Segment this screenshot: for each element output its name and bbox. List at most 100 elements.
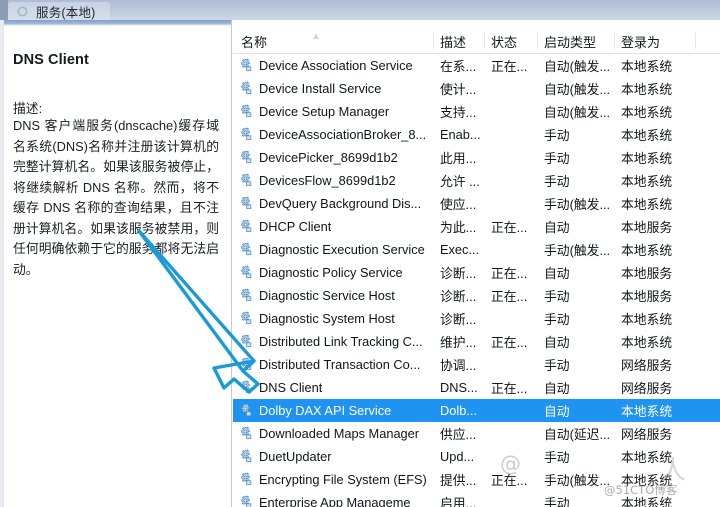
service-row[interactable]: DHCP Client 为此... 正在... 自动 本地服务	[233, 215, 720, 238]
service-row[interactable]: DevQuery Background Dis... 使应... 手动(触发... 本…	[233, 192, 720, 215]
service-log-on-as: 网络服务	[621, 427, 673, 442]
service-row[interactable]: Encrypting File System (EFS) 提供... 正在... 手动…	[233, 468, 720, 491]
column-divider[interactable]	[484, 33, 485, 49]
service-description: Exec...	[440, 242, 480, 257]
service-description: 诊断...	[440, 289, 477, 304]
service-gear-icon	[238, 495, 253, 507]
service-gear-icon	[238, 449, 253, 464]
service-row[interactable]: Enterprise App Manageme 启用... 手动 本地系统	[233, 491, 720, 507]
column-header-startup-type[interactable]: 启动类型	[544, 28, 596, 54]
service-log-on-as: 本地系统	[621, 335, 673, 350]
service-gear-icon	[238, 265, 253, 280]
service-description: Dolb...	[440, 403, 477, 418]
column-divider[interactable]	[537, 33, 538, 49]
service-log-on-as: 网络服务	[621, 358, 673, 373]
service-startup-type: 自动	[544, 381, 570, 396]
service-description: 协调...	[440, 358, 477, 373]
service-log-on-as: 本地系统	[621, 105, 673, 120]
service-startup-type: 手动	[544, 289, 570, 304]
service-name: Diagnostic Policy Service	[259, 265, 403, 280]
service-row[interactable]: DevicesFlow_8699d1b2 允许 ... 手动 本地系统	[233, 169, 720, 192]
service-row[interactable]: Diagnostic Policy Service 诊断... 正在... 自动 本地服…	[233, 261, 720, 284]
gear-icon	[16, 5, 29, 18]
service-description: 启用...	[440, 496, 477, 507]
service-gear-icon	[238, 196, 253, 211]
service-log-on-as: 本地系统	[621, 128, 673, 143]
service-name: DHCP Client	[259, 219, 332, 234]
service-log-on-as: 本地系统	[621, 404, 673, 419]
services-list-pane: 名称 ▲ 描述 状态 启动类型 登录为 Device Association S…	[233, 20, 720, 507]
service-row[interactable]: Device Install Service 使计... 自动(触发... 本地系统	[233, 77, 720, 100]
console-tab-label: 服务(本地)	[36, 6, 96, 20]
service-name: DNS Client	[259, 380, 323, 395]
description-text: DNS 客户端服务(dnscache)缓存域名系统(DNS)名称并注册该计算机的…	[13, 118, 219, 277]
service-log-on-as: 本地系统	[621, 243, 673, 258]
service-gear-icon	[238, 357, 253, 372]
service-name: Downloaded Maps Manager	[259, 426, 420, 441]
service-gear-icon	[238, 311, 253, 326]
service-log-on-as: 本地系统	[621, 82, 673, 97]
service-row[interactable]: Distributed Link Tracking C... 维护... 正在...…	[233, 330, 720, 353]
service-row[interactable]: DevicePicker_8699d1b2 此用... 手动 本地系统	[233, 146, 720, 169]
service-gear-icon	[238, 472, 253, 487]
column-header-description[interactable]: 描述	[440, 28, 466, 54]
service-gear-icon	[238, 288, 253, 303]
services-table-body: Device Association Service 在系... 正在... 自动(触…	[233, 54, 720, 507]
service-log-on-as: 本地服务	[621, 289, 673, 304]
service-name: Diagnostic Service Host	[259, 288, 395, 303]
service-name: Enterprise App Manageme	[259, 495, 411, 507]
service-log-on-as: 本地系统	[621, 312, 673, 327]
service-row[interactable]: Diagnostic Service Host 诊断... 正在... 手动 本地服务	[233, 284, 720, 307]
service-log-on-as: 本地系统	[621, 450, 673, 465]
service-startup-type: 手动(触发...	[544, 243, 611, 258]
description-label: 描述:	[13, 101, 43, 116]
column-divider[interactable]	[614, 33, 615, 49]
service-row[interactable]: Downloaded Maps Manager 供应... 自动(延迟... 网络服务	[233, 422, 720, 445]
service-name: Device Association Service	[259, 58, 413, 73]
service-gear-icon	[238, 173, 253, 188]
column-header-log-on-as[interactable]: 登录为	[621, 28, 660, 54]
service-name: DevicePicker_8699d1b2	[259, 150, 398, 165]
service-name: Dolby DAX API Service	[259, 403, 392, 418]
service-row[interactable]: Device Association Service 在系... 正在... 自动(触…	[233, 54, 720, 77]
console-tab-services[interactable]: 服务(本地)	[8, 2, 110, 21]
service-status: 正在...	[491, 473, 528, 488]
service-startup-type: 手动	[544, 450, 570, 465]
service-gear-icon	[238, 242, 253, 257]
service-startup-type: 手动	[544, 128, 570, 143]
service-log-on-as: 本地系统	[621, 151, 673, 166]
column-header-status[interactable]: 状态	[491, 28, 517, 54]
column-divider[interactable]	[695, 33, 696, 49]
service-log-on-as: 本地系统	[621, 174, 673, 189]
service-startup-type: 自动(触发...	[544, 82, 611, 97]
service-status: 正在...	[491, 220, 528, 235]
service-row[interactable]: Diagnostic Execution Service Exec... 手动(触发…	[233, 238, 720, 261]
service-row[interactable]: Device Setup Manager 支持... 自动(触发... 本地系统	[233, 100, 720, 123]
service-row[interactable]: DeviceAssociationBroker_8... Enab... 手动 本地系…	[233, 123, 720, 146]
service-startup-type: 自动	[544, 335, 570, 350]
service-row[interactable]: Dolby DAX API Service Dolb... 自动 本地系统	[233, 399, 720, 422]
service-name: Diagnostic Execution Service	[259, 242, 425, 257]
service-description: Upd...	[440, 449, 475, 464]
service-log-on-as: 本地系统	[621, 473, 673, 488]
column-header-name[interactable]: 名称 ▲	[241, 28, 321, 54]
service-gear-icon	[238, 127, 253, 142]
service-description: 为此...	[440, 220, 477, 235]
service-gear-icon	[238, 104, 253, 119]
service-row[interactable]: Diagnostic System Host 诊断... 手动 本地系统	[233, 307, 720, 330]
services-window: 服务(本地) DNS Client 描述: DNS 客户端服务(dnscache…	[0, 0, 720, 507]
service-status: 正在...	[491, 59, 528, 74]
service-row[interactable]: DNS Client DNS... 正在... 自动 网络服务	[233, 376, 720, 399]
column-divider[interactable]	[433, 33, 434, 49]
service-detail-pane: DNS Client 描述: DNS 客户端服务(dnscache)缓存域名系统…	[0, 20, 232, 507]
window-edge-left	[0, 0, 8, 20]
service-startup-type: 自动(触发...	[544, 59, 611, 74]
service-startup-type: 自动	[544, 404, 570, 419]
service-description: 使计...	[440, 82, 477, 97]
service-startup-type: 自动(触发...	[544, 105, 611, 120]
service-log-on-as: 本地系统	[621, 59, 673, 74]
service-gear-icon	[238, 219, 253, 234]
service-row[interactable]: DuetUpdater Upd... 手动 本地系统	[233, 445, 720, 468]
service-row[interactable]: Distributed Transaction Co... 协调... 手动 网络服务	[233, 353, 720, 376]
service-startup-type: 手动(触发...	[544, 197, 611, 212]
